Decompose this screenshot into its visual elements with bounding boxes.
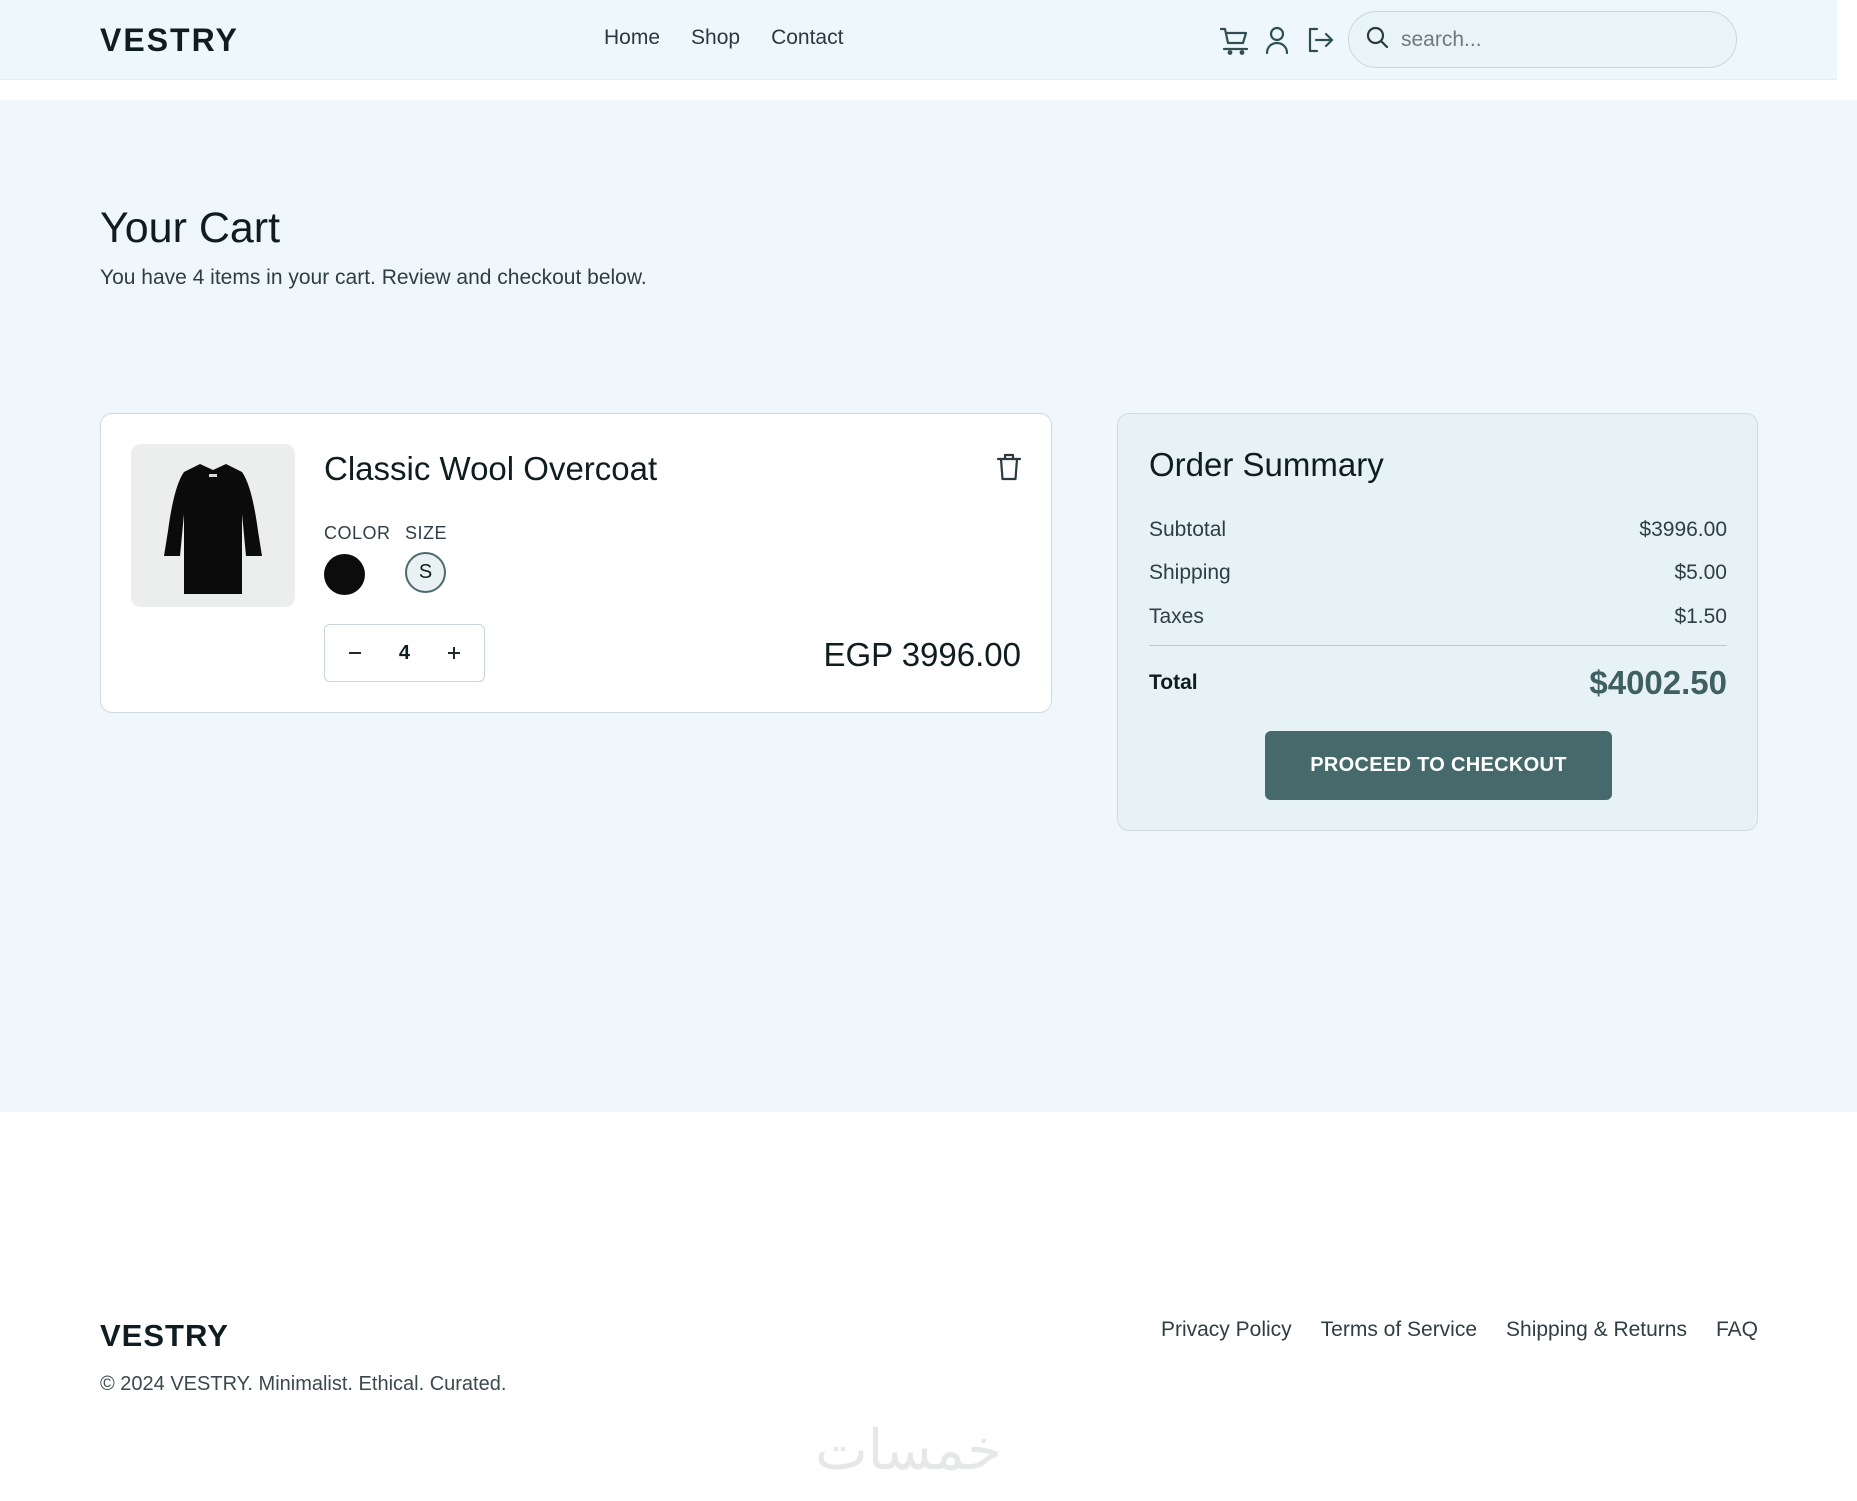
size-label: SIZE (405, 523, 448, 543)
page-title: Your Cart (100, 204, 281, 252)
cart-item-card: Classic Wool Overcoat COLOR SIZE S 4 EGP… (100, 413, 1052, 713)
footer-link-privacy-policy[interactable]: Privacy Policy (1161, 1318, 1292, 1342)
footer-copyright: © 2024 VESTRY. Minimalist. Ethical. Cura… (100, 1373, 507, 1395)
footer-logo[interactable]: VESTRY (100, 1318, 229, 1354)
decrease-quantity-button[interactable] (340, 638, 370, 668)
logout-icon[interactable] (1304, 24, 1336, 56)
item-price: EGP 3996.00 (823, 636, 1021, 673)
subtotal-row: Subtotal $3996.00 (1149, 518, 1727, 542)
main-nav: Home Shop Contact (604, 26, 843, 50)
nav-shop-link[interactable]: Shop (691, 26, 740, 50)
taxes-row: Taxes $1.50 (1149, 605, 1727, 629)
taxes-value: $1.50 (1674, 605, 1727, 628)
subtotal-label: Subtotal (1149, 518, 1227, 541)
summary-divider (1149, 645, 1727, 646)
summary-title: Order Summary (1149, 446, 1384, 483)
product-name[interactable]: Classic Wool Overcoat (324, 450, 657, 488)
total-label: Total (1149, 671, 1198, 694)
search-icon[interactable] (1365, 25, 1389, 54)
footer-link-shipping-returns[interactable]: Shipping & Returns (1506, 1318, 1687, 1342)
total-value: $4002.50 (1589, 664, 1727, 701)
user-icon[interactable] (1261, 24, 1293, 56)
shipping-label: Shipping (1149, 561, 1231, 584)
order-summary: Order Summary Subtotal $3996.00 Shipping… (1117, 413, 1758, 831)
shipping-value: $5.00 (1674, 561, 1727, 584)
shipping-row: Shipping $5.00 (1149, 561, 1727, 585)
search-box (1348, 11, 1737, 68)
page: VESTRY Home Shop Contact search... Your … (0, 0, 1857, 1501)
search-input[interactable] (1401, 27, 1721, 52)
nav-home-link[interactable]: Home (604, 26, 660, 50)
quantity-stepper: 4 (324, 624, 485, 682)
taxes-label: Taxes (1149, 605, 1204, 628)
trash-icon[interactable] (995, 452, 1023, 482)
nav-contact-link[interactable]: Contact (771, 26, 843, 50)
site-header: VESTRY Home Shop Contact (0, 0, 1837, 80)
subtotal-value: $3996.00 (1639, 518, 1727, 541)
product-image[interactable] (131, 444, 295, 607)
color-swatch-black[interactable] (324, 554, 365, 595)
total-row: Total $4002.50 (1149, 664, 1727, 702)
color-label: COLOR (324, 523, 391, 543)
proceed-to-checkout-button[interactable]: PROCEED TO CHECKOUT (1265, 731, 1612, 800)
watermark-logo: خمسات (815, 1418, 1002, 1483)
quantity-value: 4 (398, 641, 411, 664)
increase-quantity-button[interactable] (439, 638, 469, 668)
size-option-s[interactable]: S (405, 552, 446, 593)
header-actions (1218, 24, 1336, 56)
footer-link-terms-of-service[interactable]: Terms of Service (1321, 1318, 1477, 1342)
cart-icon[interactable] (1218, 24, 1250, 56)
footer-link-faq[interactable]: FAQ (1716, 1318, 1758, 1342)
footer-links: Privacy Policy Terms of Service Shipping… (1161, 1318, 1758, 1342)
cart-subtitle: You have 4 items in your cart. Review an… (100, 266, 647, 289)
site-logo[interactable]: VESTRY (100, 22, 239, 59)
